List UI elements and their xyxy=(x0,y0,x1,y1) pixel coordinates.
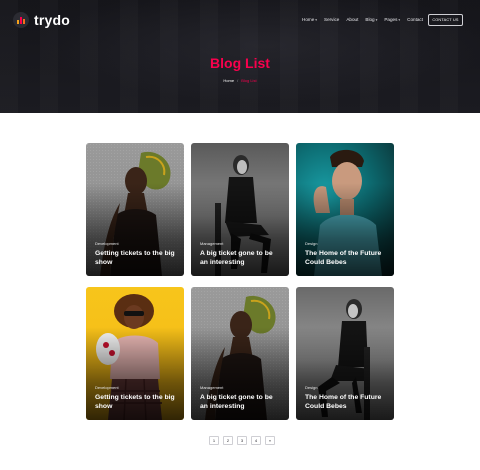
page-4-button[interactable]: 4 xyxy=(251,436,261,445)
nav-item-home[interactable]: Home ▾ xyxy=(302,17,317,22)
main-nav: Home ▾ Service About Blog ▾ Pages ▾ Contact xyxy=(302,17,423,22)
post-category: Development xyxy=(95,241,119,246)
chevron-down-icon: ▾ xyxy=(315,17,318,22)
blog-card[interactable]: Development Getting tickets to the big s… xyxy=(86,143,184,276)
chevron-down-icon: ▾ xyxy=(398,17,401,22)
breadcrumb-separator: / xyxy=(237,78,239,83)
page-hero: trydo Home ▾ Service About Blog ▾ Pages ▾ C… xyxy=(0,0,480,113)
chevron-down-icon: ▾ xyxy=(375,17,378,22)
breadcrumb: Home / Blog List xyxy=(0,78,480,83)
logo-text: trydo xyxy=(34,12,70,28)
page-1-button[interactable]: 1 xyxy=(209,436,219,445)
pagination: 1 2 3 4 » xyxy=(209,436,275,445)
contact-us-button[interactable]: CONTACT US xyxy=(428,14,463,26)
post-category: Management xyxy=(200,385,224,390)
page-2-button[interactable]: 2 xyxy=(223,436,233,445)
post-category: Design xyxy=(305,241,318,246)
breadcrumb-current: Blog List xyxy=(241,78,257,83)
logo-icon xyxy=(13,12,29,28)
nav-item-service[interactable]: Service xyxy=(324,17,339,22)
post-title[interactable]: A big ticket gone to be an interesting xyxy=(200,249,282,267)
page-title: Blog List xyxy=(210,55,270,71)
post-title[interactable]: Getting tickets to the big show xyxy=(95,249,177,267)
page-3-button[interactable]: 3 xyxy=(237,436,247,445)
blog-card[interactable]: Design The Home of the Future Could Bebe… xyxy=(296,143,394,276)
nav-item-contact[interactable]: Contact xyxy=(407,17,423,22)
blog-grid: Development Getting tickets to the big s… xyxy=(86,143,394,420)
post-title[interactable]: Getting tickets to the big show xyxy=(95,393,177,411)
post-category: Development xyxy=(95,385,119,390)
post-title[interactable]: The Home of the Future Could Bebes xyxy=(305,249,387,267)
post-title[interactable]: The Home of the Future Could Bebes xyxy=(305,393,387,411)
blog-card[interactable]: Management A big ticket gone to be an in… xyxy=(191,287,289,420)
blog-card[interactable]: Management A big ticket gone to be an in… xyxy=(191,143,289,276)
nav-item-pages[interactable]: Pages ▾ xyxy=(384,17,400,22)
post-category: Management xyxy=(200,241,224,246)
nav-item-about[interactable]: About xyxy=(346,17,358,22)
blog-card[interactable]: Development Getting tickets to the big s… xyxy=(86,287,184,420)
post-title[interactable]: A big ticket gone to be an interesting xyxy=(200,393,282,411)
breadcrumb-home[interactable]: Home xyxy=(223,78,234,83)
blog-card[interactable]: Design The Home of the Future Could Bebe… xyxy=(296,287,394,420)
logo[interactable]: trydo xyxy=(13,12,70,28)
post-category: Design xyxy=(305,385,318,390)
nav-item-blog[interactable]: Blog ▾ xyxy=(365,17,377,22)
next-page-button[interactable]: » xyxy=(265,436,275,445)
